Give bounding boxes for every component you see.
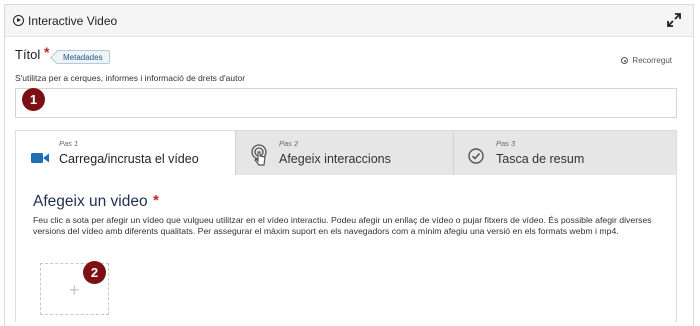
fullscreen-icon[interactable] xyxy=(667,13,681,27)
required-marker: * xyxy=(153,192,159,209)
tour-link-label: Recorregut xyxy=(632,56,672,65)
tour-link[interactable]: Recorregut xyxy=(621,56,672,65)
tab-label: Tasca de resum xyxy=(496,152,585,166)
tab-upload-video[interactable]: Pas 1 Carrega/incrusta el vídeo xyxy=(16,131,235,176)
tab-step-label: Pas 1 xyxy=(59,139,79,148)
tab-summary-task[interactable]: Pas 3 Tasca de resum xyxy=(453,131,676,175)
touch-icon xyxy=(251,144,267,166)
metadata-button[interactable]: Metadades xyxy=(56,50,110,64)
tab-step-label: Pas 2 xyxy=(279,139,299,148)
section-title: Afegeix un video xyxy=(33,193,148,210)
editor-header: Interactive Video xyxy=(5,5,693,37)
tab-step-label: Pas 3 xyxy=(496,139,516,148)
target-icon xyxy=(621,57,629,64)
section-description: Feu clic a sota per afegir un vídeo que … xyxy=(33,215,652,236)
tab-label: Afegeix interaccions xyxy=(279,152,391,166)
step-marker-2: 2 xyxy=(83,261,106,284)
tab-add-interactions[interactable]: Pas 2 Afegeix interaccions xyxy=(235,131,453,175)
editor-title: Interactive Video xyxy=(28,14,118,28)
step-marker-1: 1 xyxy=(22,88,45,111)
wizard-tabs: Pas 1 Carrega/incrusta el vídeo Pas 2 Af… xyxy=(16,131,676,176)
video-camera-icon xyxy=(31,153,49,163)
required-marker: * xyxy=(44,44,50,60)
title-input[interactable] xyxy=(15,88,677,118)
tab-label: Carrega/incrusta el vídeo xyxy=(59,152,199,166)
play-circle-icon xyxy=(13,15,24,26)
title-field-label: Títol xyxy=(15,47,41,62)
wizard-panel: Pas 1 Carrega/incrusta el vídeo Pas 2 Af… xyxy=(15,130,677,322)
check-circle-icon xyxy=(468,148,484,164)
title-field-description: S'utilitza per a cerques, informes i inf… xyxy=(15,73,246,83)
plus-icon: + xyxy=(69,280,80,300)
